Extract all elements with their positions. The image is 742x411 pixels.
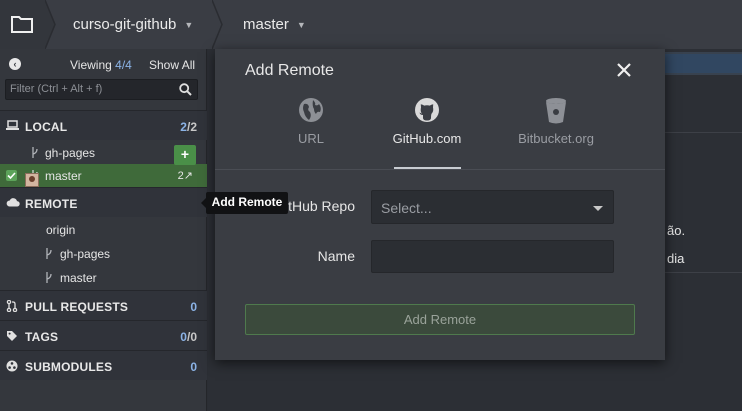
remote-origin[interactable]: origin bbox=[0, 218, 207, 241]
tag-icon bbox=[7, 331, 17, 341]
add-remote-button[interactable]: + bbox=[174, 145, 196, 165]
remote-section-header[interactable]: REMOTE bbox=[0, 187, 207, 217]
search-icon bbox=[179, 83, 192, 96]
remote-name: origin bbox=[46, 223, 76, 237]
left-sidebar: ‹ Viewing 4/4 Show All Filter (Ctrl + Al… bbox=[0, 49, 207, 411]
branch-label: master bbox=[60, 271, 97, 285]
pull-requests-section-header[interactable]: PULL REQUESTS 0 bbox=[0, 290, 207, 320]
tab-bitbucket-label: Bitbucket.org bbox=[518, 131, 594, 146]
tab-url-label: URL bbox=[297, 131, 324, 146]
main-selected-row[interactable] bbox=[664, 54, 742, 73]
branch-name: master bbox=[243, 16, 289, 33]
github-repo-select[interactable]: Select... bbox=[371, 190, 614, 224]
branch-icon bbox=[32, 147, 38, 158]
laptop-icon bbox=[6, 120, 19, 130]
checkmark-icon bbox=[6, 170, 17, 181]
pull-request-icon bbox=[6, 300, 18, 312]
breadcrumb-separator bbox=[212, 0, 223, 49]
tags-count: 0/0 bbox=[180, 330, 197, 344]
divider bbox=[664, 132, 742, 133]
remote-label: REMOTE bbox=[25, 197, 78, 211]
submodules-label: SUBMODULES bbox=[25, 360, 113, 374]
select-placeholder: Select... bbox=[381, 200, 432, 216]
repo-selector[interactable]: curso-git-github ▼ bbox=[73, 0, 193, 49]
branch-label: gh-pages bbox=[45, 146, 96, 160]
main-text-line: ão. bbox=[667, 223, 686, 238]
submodules-count: 0 bbox=[190, 360, 197, 374]
branch-label: gh-pages bbox=[60, 247, 111, 261]
tab-github[interactable]: GitHub.com bbox=[385, 93, 469, 168]
repo-folder-button[interactable] bbox=[0, 0, 45, 49]
branch-icon bbox=[46, 248, 52, 259]
filter-input[interactable]: Filter (Ctrl + Alt + f) bbox=[5, 79, 198, 100]
remote-branch-master[interactable]: master bbox=[0, 266, 207, 289]
submodule-icon bbox=[6, 360, 18, 372]
bitbucket-icon bbox=[546, 98, 566, 124]
avatar bbox=[25, 173, 39, 187]
branch-selector[interactable]: master ▼ bbox=[243, 0, 306, 49]
repo-name: curso-git-github bbox=[73, 16, 177, 33]
show-all-link[interactable]: Show All bbox=[149, 58, 195, 72]
name-input[interactable] bbox=[371, 240, 614, 273]
local-label: LOCAL bbox=[25, 120, 68, 134]
chevron-down-icon: ▼ bbox=[184, 19, 194, 30]
local-section-header[interactable]: LOCAL 2/2 bbox=[0, 110, 207, 140]
cloud-icon bbox=[6, 198, 20, 207]
chevron-down-icon bbox=[593, 206, 603, 211]
tab-bitbucket[interactable]: Bitbucket.org bbox=[515, 93, 597, 168]
dialog-divider bbox=[215, 169, 665, 170]
submodules-section-header[interactable]: SUBMODULES 0 bbox=[0, 350, 207, 380]
globe-icon bbox=[299, 98, 323, 122]
dialog-title: Add Remote bbox=[245, 62, 334, 79]
tags-label: TAGS bbox=[25, 330, 59, 344]
close-icon[interactable] bbox=[615, 61, 633, 79]
folder-icon bbox=[11, 16, 33, 33]
add-remote-submit-button[interactable]: Add Remote bbox=[245, 304, 635, 335]
filter-placeholder: Filter (Ctrl + Alt + f) bbox=[10, 83, 103, 95]
tab-url[interactable]: URL bbox=[280, 93, 342, 168]
github-icon bbox=[415, 98, 439, 122]
branch-label: master bbox=[45, 169, 82, 183]
toolbar: curso-git-github ▼ master ▼ bbox=[0, 0, 742, 49]
pull-requests-label: PULL REQUESTS bbox=[25, 300, 129, 314]
tags-section-header[interactable]: TAGS 0/0 bbox=[0, 320, 207, 350]
local-count: 2/2 bbox=[180, 120, 197, 134]
remote-branch-gh-pages[interactable]: gh-pages bbox=[0, 242, 207, 265]
tab-github-label: GitHub.com bbox=[392, 131, 462, 146]
viewing-count: 4/4 bbox=[115, 58, 132, 72]
divider bbox=[664, 272, 742, 273]
chevron-down-icon: ▼ bbox=[296, 19, 306, 30]
ahead-count: 2↗ bbox=[177, 170, 193, 182]
tooltip: Add Remote bbox=[201, 192, 288, 214]
name-label: Name bbox=[317, 248, 355, 264]
viewing-row: ‹ Viewing 4/4 Show All bbox=[0, 49, 207, 77]
pull-requests-count: 0 bbox=[190, 300, 197, 314]
branch-icon bbox=[46, 272, 52, 283]
main-text-line: dia bbox=[667, 251, 685, 266]
viewing-label: Viewing 4/4 bbox=[70, 58, 132, 72]
breadcrumb-separator bbox=[45, 0, 56, 49]
back-arrow-icon[interactable]: ‹ bbox=[9, 58, 21, 70]
